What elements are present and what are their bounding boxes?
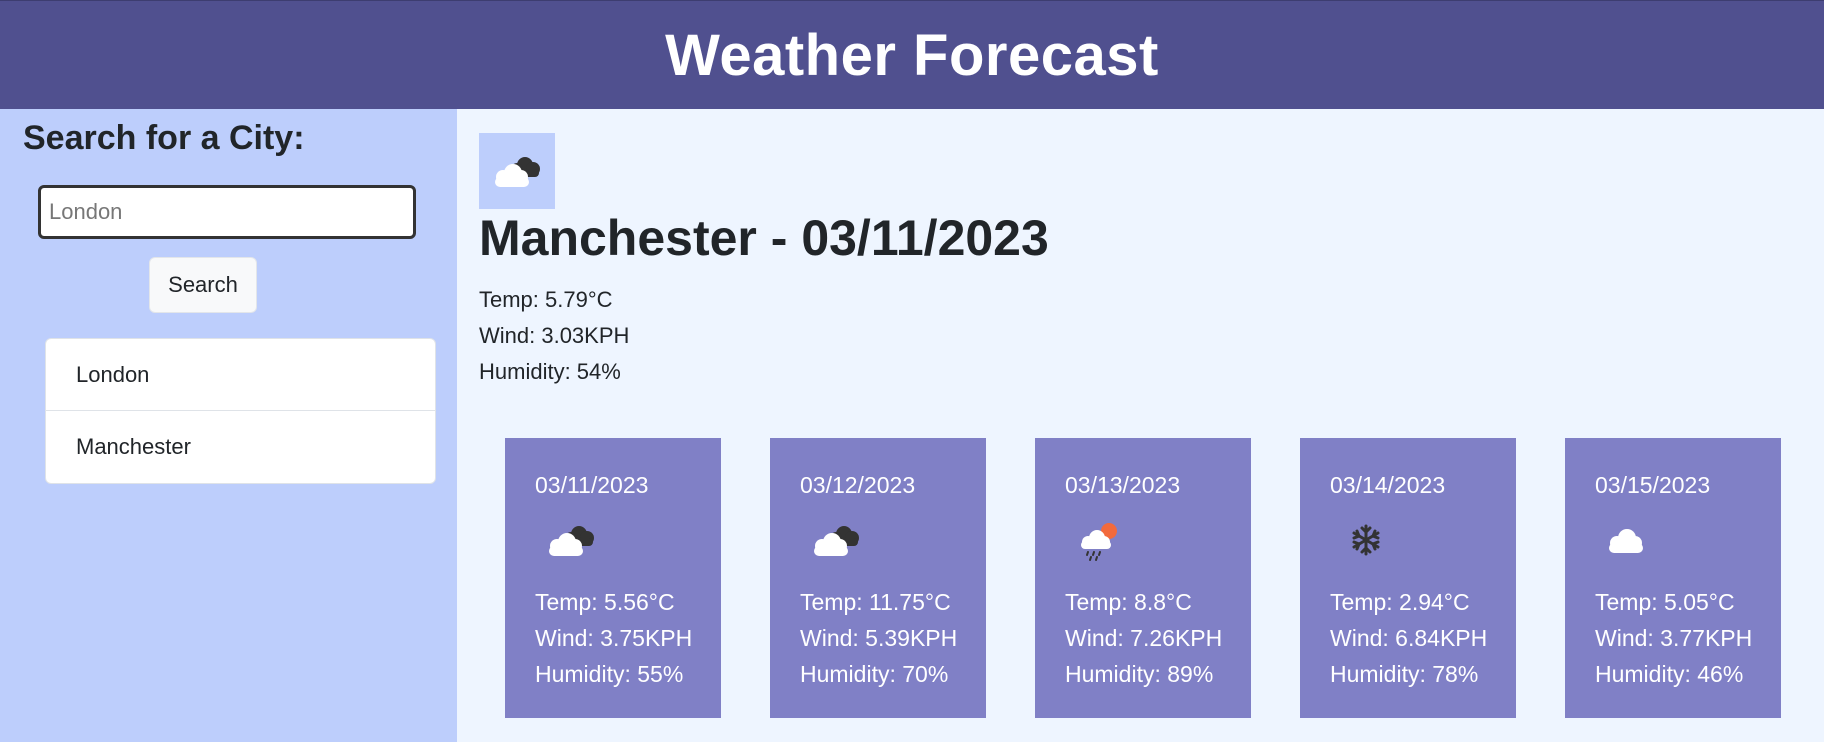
five-day-forecast: 03/11/2023 Temp: 5.56°C Wind: 3.75KPH Hu… bbox=[457, 438, 1824, 718]
current-wind: Wind: 3.03KPH bbox=[479, 323, 630, 348]
app-header: Weather Forecast bbox=[0, 0, 1824, 110]
forecast-wind: Wind: 3.77KPH bbox=[1595, 625, 1753, 651]
search-heading: Search for a City: bbox=[23, 119, 305, 157]
forecast-wind: Wind: 5.39KPH bbox=[800, 625, 958, 651]
forecast-temp: Temp: 2.94°C bbox=[1330, 589, 1470, 615]
history-item-london[interactable]: London bbox=[46, 339, 435, 411]
history-item-manchester[interactable]: Manchester bbox=[46, 411, 435, 483]
forecast-card: 03/13/2023 Temp: 8.8°C Wind: 7.26KPH Hum… bbox=[1035, 438, 1251, 718]
sidebar: Search for a City: Search London Manches… bbox=[0, 109, 457, 742]
forecast-temp: Temp: 8.8°C bbox=[1065, 589, 1192, 615]
search-button[interactable]: Search bbox=[149, 257, 257, 313]
search-history-list: London Manchester bbox=[45, 338, 436, 484]
forecast-humidity: Humidity: 89% bbox=[1065, 661, 1214, 687]
forecast-humidity: Humidity: 46% bbox=[1595, 661, 1744, 687]
current-temp: Temp: 5.79°C bbox=[479, 287, 613, 312]
forecast-card: 03/14/2023 Temp: 2.94°C Wind: 6.84KPH Hu… bbox=[1300, 438, 1516, 718]
cloudy-icon bbox=[495, 157, 540, 187]
forecast-wind: Wind: 7.26KPH bbox=[1065, 625, 1223, 651]
forecast-date: 03/13/2023 bbox=[1065, 472, 1181, 498]
city-search-input[interactable] bbox=[38, 185, 416, 239]
forecast-temp: Temp: 11.75°C bbox=[800, 589, 951, 615]
forecast-humidity: Humidity: 78% bbox=[1330, 661, 1479, 687]
forecast-date: 03/12/2023 bbox=[800, 472, 916, 498]
forecast-date: 03/14/2023 bbox=[1330, 472, 1446, 498]
forecast-card: 03/15/2023 Temp: 5.05°C Wind: 3.77KPH Hu… bbox=[1565, 438, 1781, 718]
current-stats: Temp: 5.79°C Wind: 3.03KPH Humidity: 54% bbox=[479, 282, 629, 390]
forecast-temp: Temp: 5.56°C bbox=[535, 589, 675, 615]
forecast-date: 03/11/2023 bbox=[535, 472, 649, 498]
forecast-wind: Wind: 6.84KPH bbox=[1330, 625, 1488, 651]
forecast-temp: Temp: 5.05°C bbox=[1595, 589, 1735, 615]
cloud-icon bbox=[1609, 529, 1643, 553]
snow-icon bbox=[1352, 524, 1380, 556]
rain-sun-icon bbox=[1081, 523, 1117, 561]
cloudy-icon bbox=[814, 526, 859, 556]
forecast-card: 03/11/2023 Temp: 5.56°C Wind: 3.75KPH Hu… bbox=[505, 438, 721, 718]
forecast-date: 03/15/2023 bbox=[1595, 472, 1711, 498]
forecast-humidity: Humidity: 70% bbox=[800, 661, 949, 687]
forecast-card: 03/12/2023 Temp: 11.75°C Wind: 5.39KPH H… bbox=[770, 438, 986, 718]
forecast-wind: Wind: 3.75KPH bbox=[535, 625, 693, 651]
forecast-humidity: Humidity: 55% bbox=[535, 661, 684, 687]
page-title: Weather Forecast bbox=[665, 23, 1159, 88]
main-content: Manchester - 03/11/2023 Temp: 5.79°C Win… bbox=[457, 109, 1824, 742]
current-city-date: Manchester - 03/11/2023 bbox=[479, 210, 1049, 266]
current-weather-icon-box bbox=[479, 133, 555, 209]
cloudy-icon bbox=[549, 526, 594, 556]
current-humidity: Humidity: 54% bbox=[479, 359, 621, 384]
